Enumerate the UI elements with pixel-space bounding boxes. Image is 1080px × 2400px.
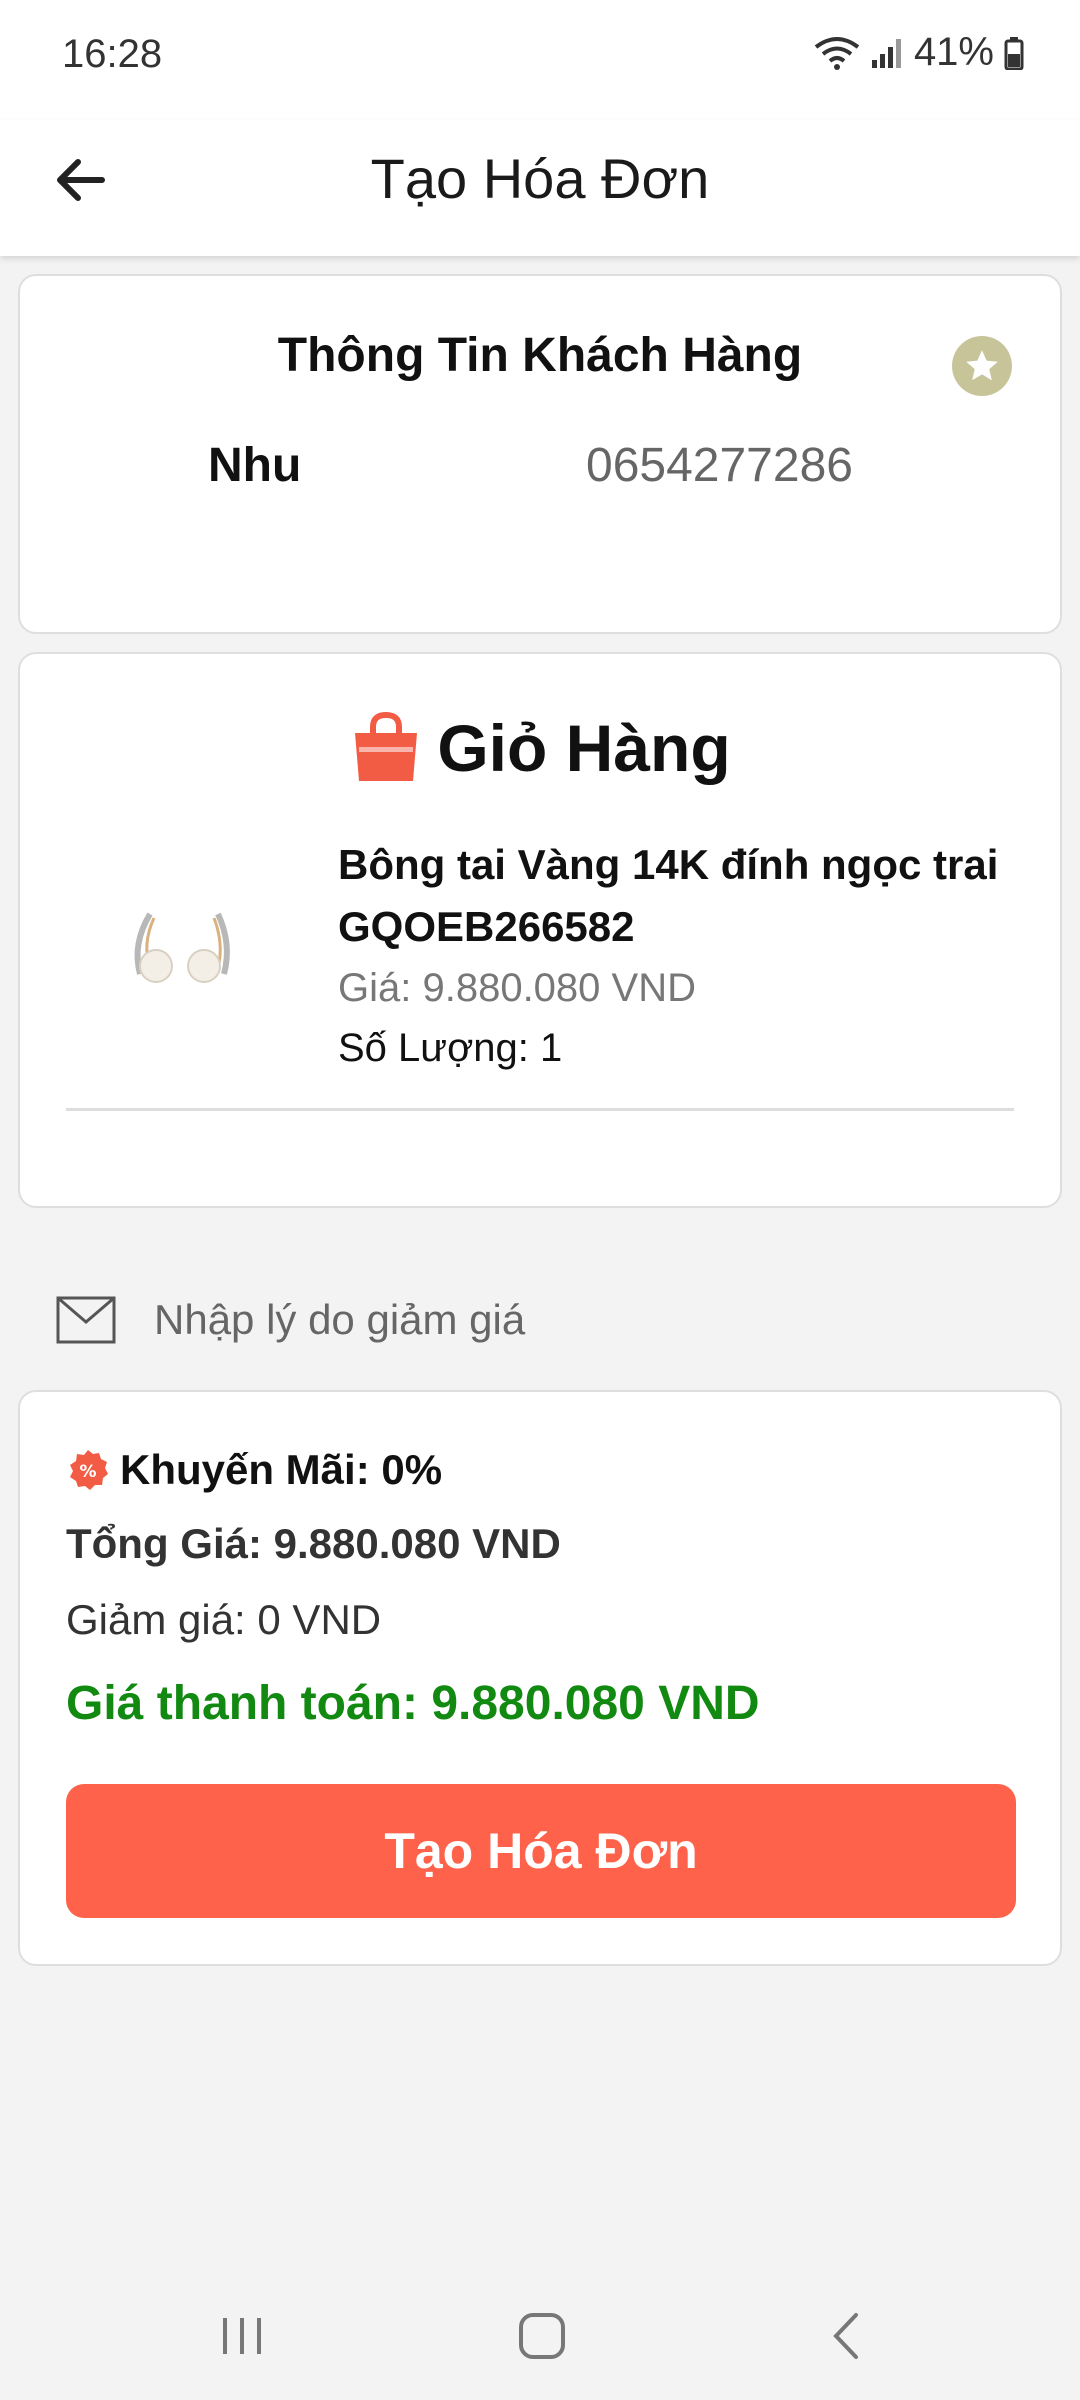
wifi-icon: [814, 36, 860, 70]
svg-text:%: %: [79, 1462, 96, 1482]
customer-info-title: Thông Tin Khách Hàng: [277, 329, 803, 382]
payment-summary-card: % Khuyến Mãi: 0% Tổng Giá: 9.880.080 VND…: [18, 1390, 1062, 1966]
cart-card: Giỏ Hàng Bông tai Vàng 14K đính ngọc tra…: [18, 652, 1062, 1208]
app-bar: Tạo Hóa Đơn: [0, 120, 1080, 256]
shopping-bag-icon: [355, 711, 418, 781]
total-price: Tổng Giá: 9.880.080 VND: [66, 1520, 561, 1567]
discount-amount: Giảm giá: 0 VND: [66, 1596, 382, 1643]
customer-info-card: Thông Tin Khách Hàng Nhu 0654277286: [18, 274, 1062, 634]
favorite-star-icon[interactable]: [952, 336, 1012, 396]
battery-icon: [1004, 36, 1024, 70]
status-icons: 41%: [814, 30, 1024, 75]
signal-icon: [871, 38, 901, 68]
discount-badge-icon: %: [70, 1450, 108, 1490]
product-name: Bông tai Vàng 14K đính ngọc trai GQOEB26…: [338, 841, 999, 950]
back-nav-icon[interactable]: [806, 2304, 886, 2368]
status-time: 16:28: [62, 32, 163, 76]
envelope-icon: [56, 1296, 116, 1344]
cart-title: Giỏ Hàng: [437, 711, 731, 785]
status-bar: 16:28 41%: [0, 0, 1080, 120]
home-icon[interactable]: [502, 2304, 582, 2368]
cart-header: Giỏ Hàng: [20, 710, 1060, 786]
discount-reason-input[interactable]: Nhập lý do giảm giá: [56, 1296, 525, 1344]
customer-phone: 0654277286: [586, 439, 853, 492]
promotion-text: Khuyến Mãi: 0%: [120, 1446, 443, 1493]
customer-name: Nhu: [208, 439, 302, 492]
discount-reason-placeholder: Nhập lý do giảm giá: [154, 1296, 526, 1343]
recent-apps-icon[interactable]: [202, 2304, 282, 2368]
payable-amount: Giá thanh toán: 9.880.080 VND: [66, 1677, 760, 1730]
product-quantity: Số Lượng: 1: [338, 1026, 563, 1070]
page-title: Tạo Hóa Đơn: [370, 147, 710, 210]
create-invoice-label: Tạo Hóa Đơn: [384, 1823, 698, 1879]
product-price: Giá: 9.880.080 VND: [338, 966, 696, 1010]
create-invoice-button[interactable]: Tạo Hóa Đơn: [66, 1784, 1016, 1918]
promotion-row: % Khuyến Mãi: 0%: [66, 1446, 442, 1494]
product-image: [120, 904, 240, 1004]
system-nav-bar: [0, 2280, 1080, 2400]
divider: [66, 1108, 1014, 1111]
battery-percent: 41%: [913, 30, 994, 74]
